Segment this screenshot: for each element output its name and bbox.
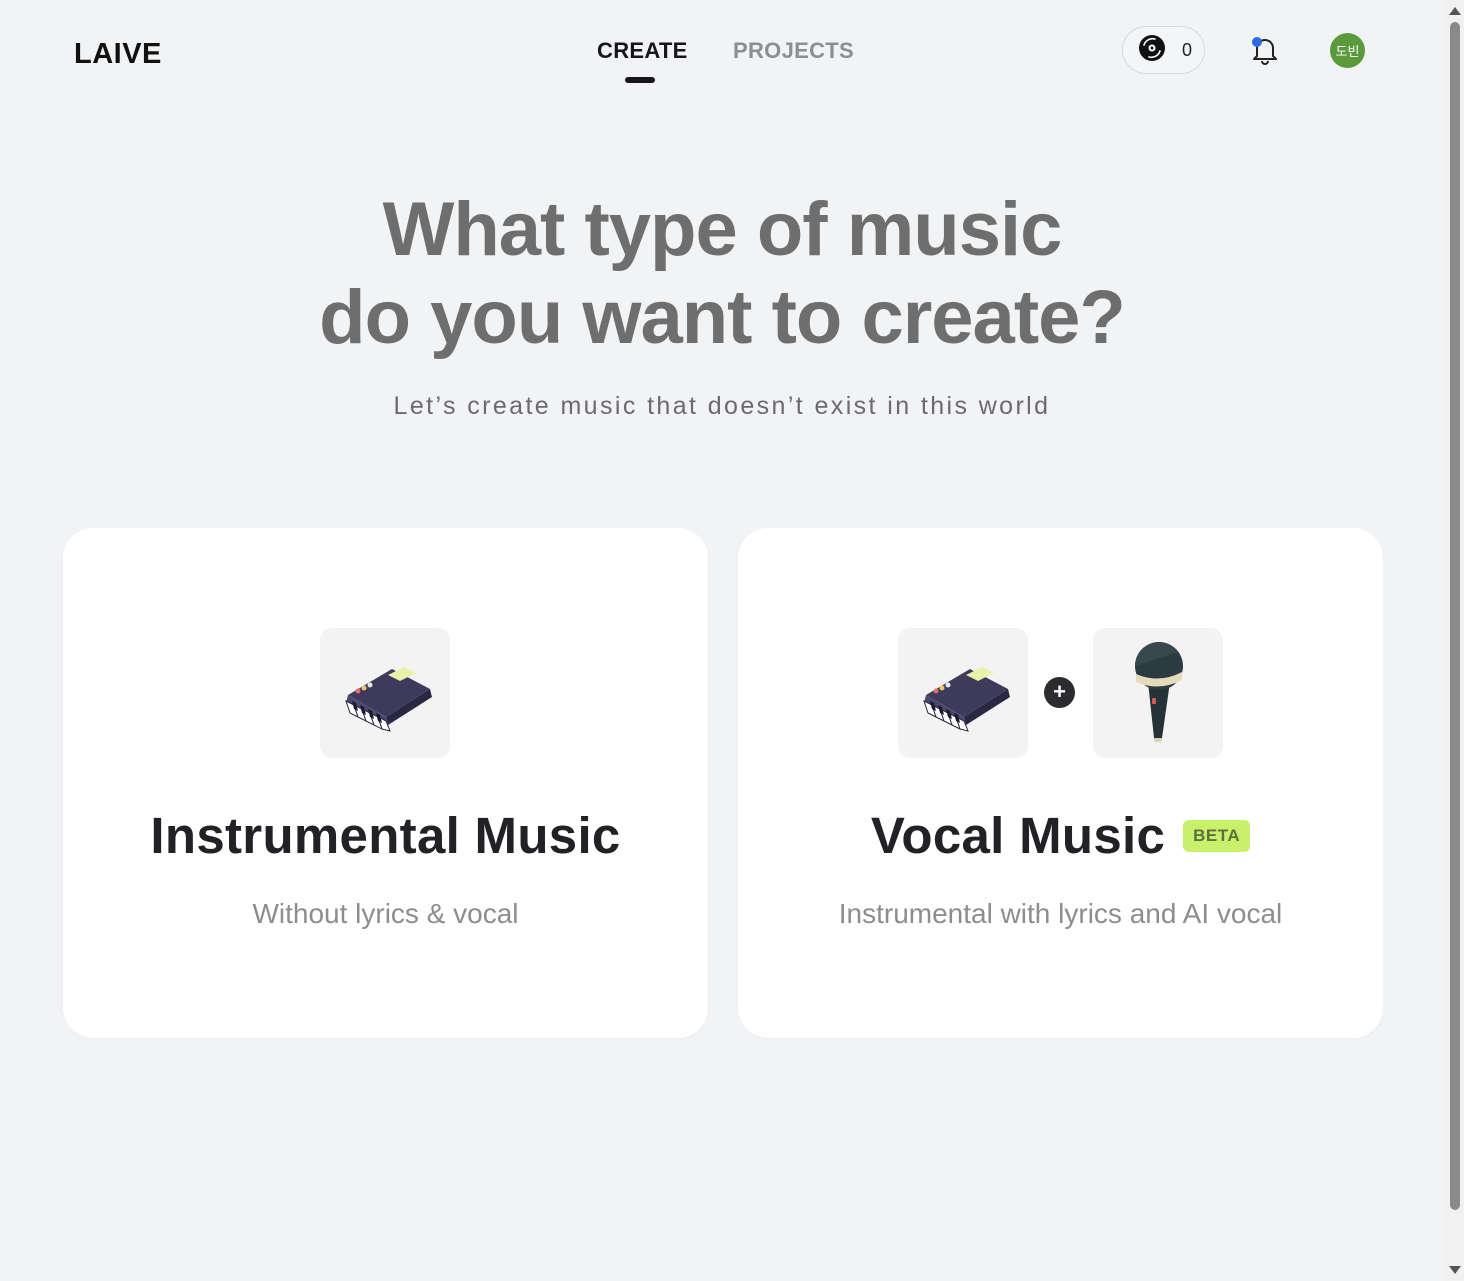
page-title-line1: What type of music bbox=[382, 187, 1063, 272]
active-tab-indicator bbox=[625, 77, 655, 83]
scroll-thumb[interactable] bbox=[1450, 22, 1460, 1210]
vocal-music-card[interactable]: + Vocal Music BETA Instrumental with lyr… bbox=[738, 528, 1383, 1038]
beta-badge: BETA bbox=[1183, 819, 1251, 852]
keyboard-icon-tile bbox=[320, 628, 450, 758]
card-description-vocal: Instrumental with lyrics and AI vocal bbox=[838, 898, 1283, 929]
avatar[interactable]: 도빈 bbox=[1330, 33, 1365, 68]
credit-count: 0 bbox=[1182, 39, 1193, 60]
tab-create[interactable]: CREATE bbox=[597, 38, 688, 64]
plus-icon: + bbox=[1044, 677, 1075, 708]
scroll-up-arrow-icon[interactable] bbox=[1449, 7, 1461, 15]
instrumental-music-card[interactable]: Instrumental Music Without lyrics & voca… bbox=[63, 528, 708, 1038]
page-scrollbar[interactable] bbox=[1446, 0, 1464, 1281]
main-nav: CREATE PROJECTS bbox=[0, 36, 1444, 88]
keyboard-icon-tile bbox=[898, 628, 1028, 758]
keyboard-icon bbox=[923, 667, 1010, 732]
notification-dot bbox=[1252, 37, 1262, 47]
card-title-row-vocal: Vocal Music BETA bbox=[738, 806, 1383, 865]
page-title-line2: do you want to create? bbox=[319, 275, 1126, 360]
card-title-vocal: Vocal Music bbox=[870, 807, 1166, 864]
microphone-icon-tile bbox=[1093, 628, 1223, 758]
credits-button[interactable]: 0 bbox=[1122, 26, 1205, 74]
keyboard-icon bbox=[345, 667, 432, 732]
scroll-down-arrow-icon[interactable] bbox=[1449, 1266, 1461, 1274]
page-title: What type of music do you want to create… bbox=[0, 186, 1444, 362]
notifications-button[interactable] bbox=[1250, 34, 1280, 66]
card-title-instrumental: Instrumental Music bbox=[150, 807, 621, 864]
tab-projects[interactable]: PROJECTS bbox=[733, 38, 854, 64]
vinyl-disc-icon bbox=[1138, 34, 1166, 67]
page-subtitle: Let’s create music that doesn’t exist in… bbox=[393, 392, 1051, 420]
card-description-instrumental: Without lyrics & vocal bbox=[252, 898, 519, 929]
microphone-icon bbox=[1135, 642, 1183, 742]
